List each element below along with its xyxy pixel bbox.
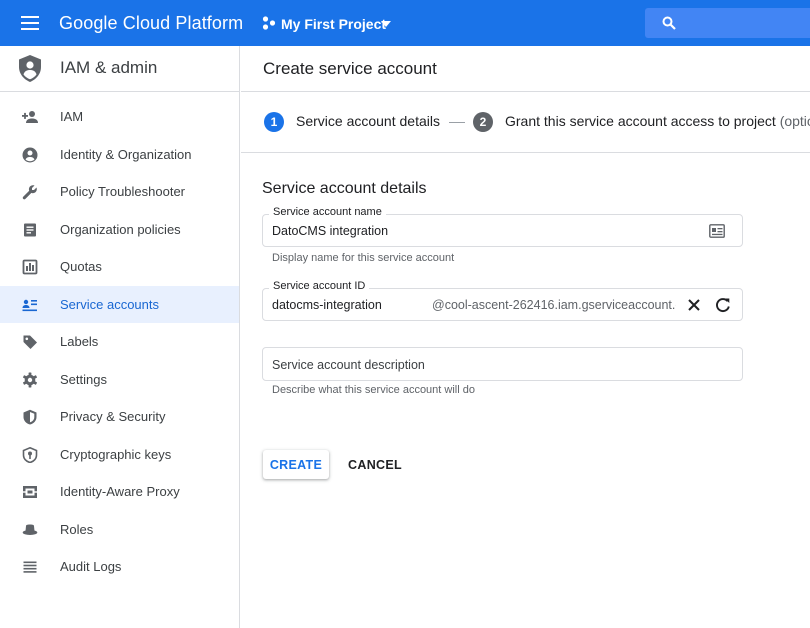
service-account-name-label: Service account name <box>269 206 386 218</box>
shield-icon <box>23 409 37 425</box>
service-account-name-field[interactable]: Service account name <box>262 206 743 247</box>
sidebar-item-label: Settings <box>60 372 107 387</box>
tag-icon <box>23 335 37 349</box>
quota-icon <box>22 259 38 275</box>
close-icon[interactable] <box>686 297 702 313</box>
service-account-description-input[interactable] <box>272 358 732 372</box>
search-icon <box>662 16 676 30</box>
service-account-name-input[interactable] <box>272 224 692 238</box>
cancel-button[interactable]: CANCEL <box>342 450 408 479</box>
sidebar-item-service-accounts[interactable]: Service accounts <box>0 286 239 323</box>
search-input[interactable] <box>645 8 810 38</box>
sidebar-title: IAM & admin <box>60 58 158 77</box>
shield-person-icon <box>19 55 41 82</box>
chevron-down-icon <box>381 21 391 27</box>
service-account-description-hint: Describe what this service account will … <box>272 384 475 396</box>
service-account-description-field[interactable] <box>262 347 743 381</box>
account-circle-icon <box>22 147 38 163</box>
section-title: Service account details <box>262 180 427 197</box>
sidebar-item-privacy-security[interactable]: Privacy & Security <box>0 398 239 435</box>
top-app-bar: Google Cloud Platform My First Project <box>0 0 810 46</box>
page-header: Create service account <box>241 46 810 92</box>
service-account-id-input[interactable] <box>272 298 422 312</box>
sidebar-item-label: Service accounts <box>60 297 159 312</box>
sidebar-item-audit-logs[interactable]: Audit Logs <box>0 548 239 585</box>
sidebar-item-label: Organization policies <box>60 222 181 237</box>
roles-hat-icon <box>22 524 38 535</box>
project-name: My First Project <box>281 16 387 32</box>
sidebar-item-label: Quotas <box>60 259 102 274</box>
sidebar-item-identity-organization[interactable]: Identity & Organization <box>0 136 239 173</box>
service-account-id-suffix: @cool-ascent-262416.iam.gserviceaccount.… <box>432 298 676 312</box>
step-2-optional: (optional) <box>779 113 810 129</box>
page-title: Create service account <box>263 59 437 78</box>
sidebar-item-quotas[interactable]: Quotas <box>0 248 239 285</box>
sidebar-item-label: Cryptographic keys <box>60 447 172 462</box>
service-account-id-field[interactable]: Service account ID @cool-ascent-262416.i… <box>262 280 743 321</box>
step-2-label[interactable]: Grant this service account access to pro… <box>505 113 810 129</box>
refresh-icon[interactable] <box>715 297 731 313</box>
sidebar-item-label: Roles <box>60 522 94 537</box>
sidebar-item-policy-troubleshooter[interactable]: Policy Troubleshooter <box>0 173 239 210</box>
sidebar: IAM & admin IAM Identity & Organization … <box>0 46 240 628</box>
sidebar-item-identity-aware-proxy[interactable]: Identity-Aware Proxy <box>0 473 239 510</box>
sidebar-item-iam[interactable]: IAM <box>0 98 239 135</box>
proxy-icon <box>23 486 37 498</box>
stepper: 1 Service account details 2 Grant this s… <box>241 92 810 153</box>
sidebar-item-label: IAM <box>60 109 84 124</box>
wrench-icon <box>22 185 37 200</box>
step-1-label[interactable]: Service account details <box>296 113 440 129</box>
person-add-icon <box>22 111 38 123</box>
list-lines-icon <box>23 561 37 573</box>
sidebar-item-label: Identity-Aware Proxy <box>60 484 180 499</box>
hamburger-menu-icon[interactable] <box>18 13 42 33</box>
sidebar-item-organization-policies[interactable]: Organization policies <box>0 211 239 248</box>
key-shield-icon <box>22 447 38 463</box>
gear-icon <box>23 372 37 388</box>
sidebar-item-labels[interactable]: Labels <box>0 323 239 360</box>
sidebar-item-cryptographic-keys[interactable]: Cryptographic keys <box>0 436 239 473</box>
sidebar-item-label: Policy Troubleshooter <box>60 184 186 199</box>
sidebar-item-label: Identity & Organization <box>60 147 192 162</box>
service-account-id-label: Service account ID <box>269 280 370 292</box>
step-2-label-text: Grant this service account access to pro… <box>505 113 776 129</box>
sidebar-item-settings[interactable]: Settings <box>0 361 239 398</box>
step-connector <box>449 122 465 123</box>
step-2-number[interactable]: 2 <box>473 112 493 132</box>
document-icon <box>24 223 36 237</box>
sidebar-item-label: Audit Logs <box>60 559 122 574</box>
sidebar-item-label: Privacy & Security <box>60 409 166 424</box>
create-button[interactable]: CREATE <box>263 450 329 479</box>
project-hierarchy-icon <box>262 16 276 30</box>
contact-card-icon <box>709 224 725 238</box>
sidebar-item-label: Labels <box>60 334 99 349</box>
brand-title[interactable]: Google Cloud Platform <box>59 13 243 34</box>
service-account-icon <box>22 299 37 312</box>
step-1-number[interactable]: 1 <box>264 112 284 132</box>
service-account-name-hint: Display name for this service account <box>272 252 455 264</box>
sidebar-header: IAM & admin <box>0 46 240 92</box>
sidebar-item-roles[interactable]: Roles <box>0 511 239 548</box>
